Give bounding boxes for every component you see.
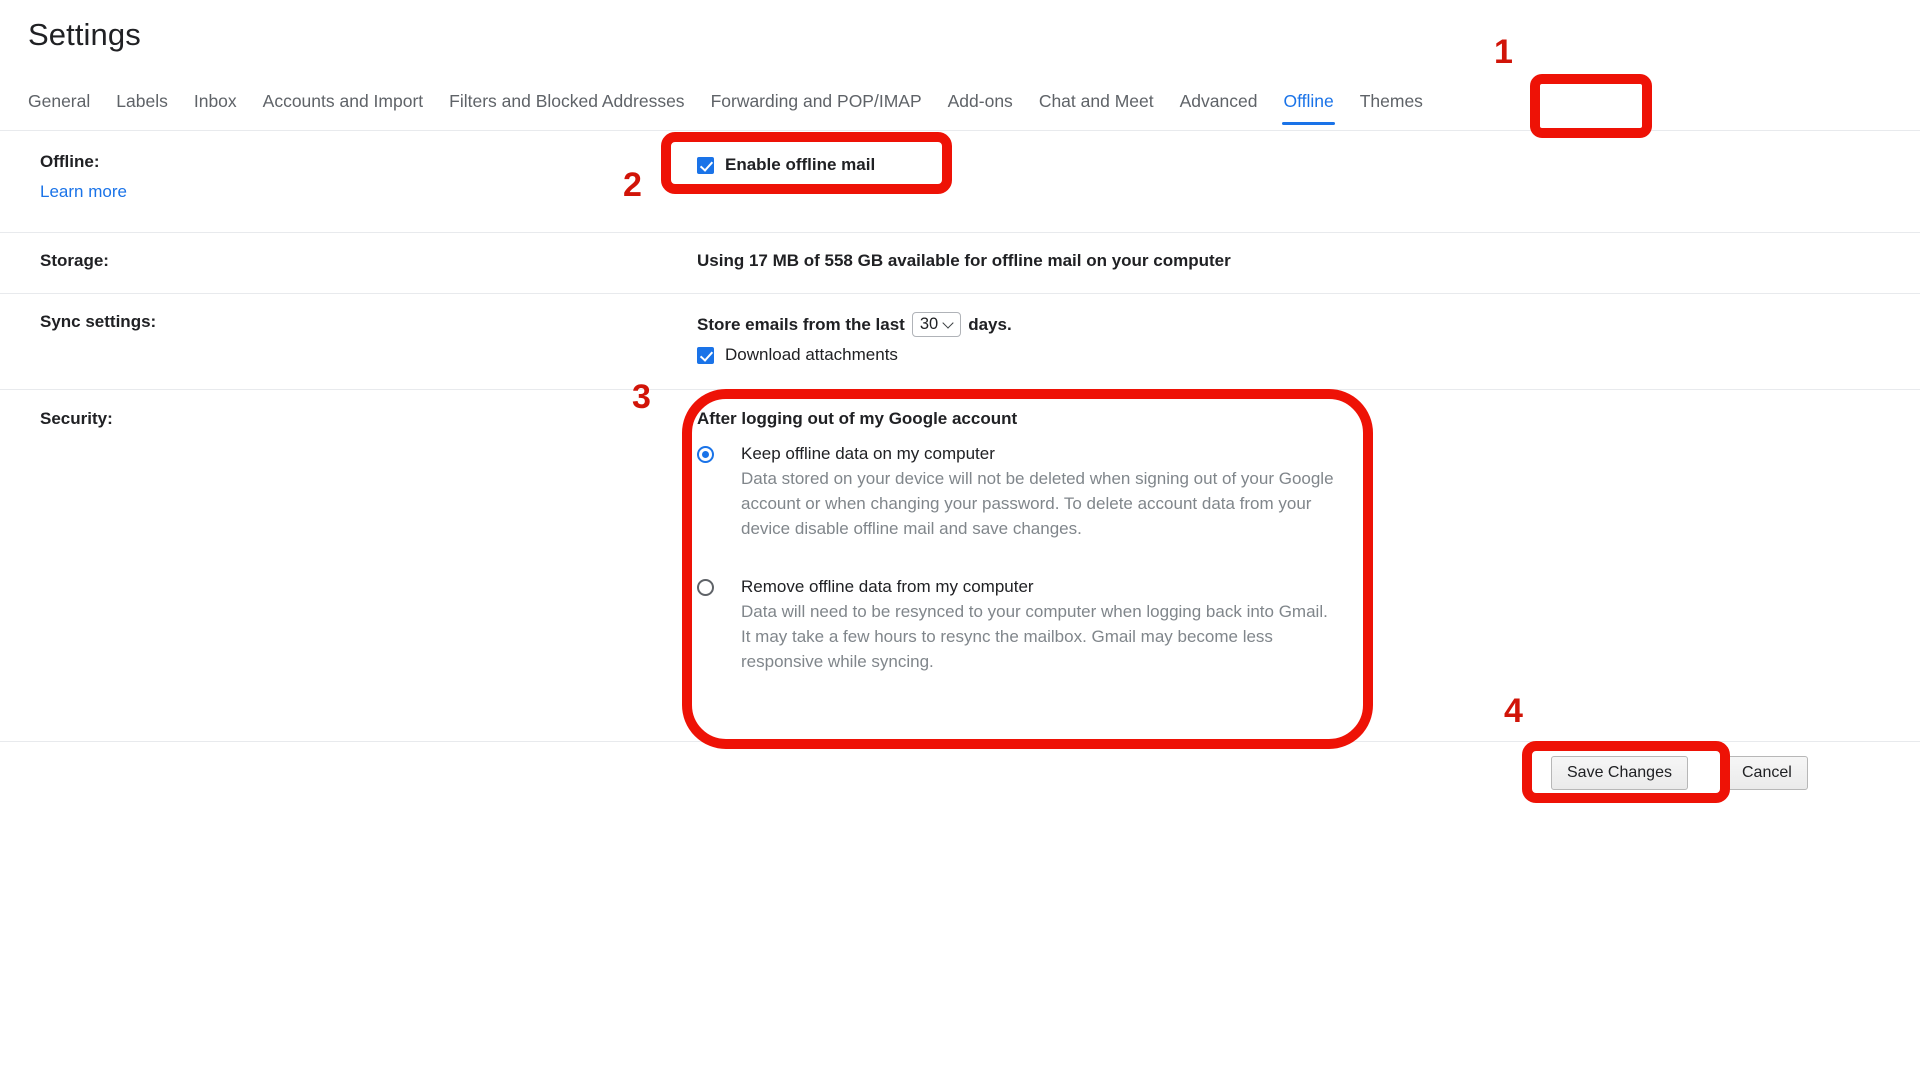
checkbox-checked-icon[interactable] bbox=[697, 346, 714, 364]
tab-label: Offline bbox=[1283, 91, 1334, 111]
settings-tab-bar: General Labels Inbox Accounts and Import… bbox=[28, 86, 1920, 130]
tab-offline[interactable]: Offline bbox=[1270, 86, 1346, 125]
offline-row-label: Offline: bbox=[40, 152, 100, 171]
tab-labels[interactable]: Labels bbox=[103, 86, 181, 116]
tab-accounts-and-import[interactable]: Accounts and Import bbox=[250, 86, 437, 116]
tab-label: Themes bbox=[1359, 91, 1423, 111]
tab-chat-and-meet[interactable]: Chat and Meet bbox=[1026, 86, 1167, 116]
tab-themes[interactable]: Themes bbox=[1347, 86, 1436, 116]
tab-advanced[interactable]: Advanced bbox=[1167, 86, 1271, 116]
tab-label: Labels bbox=[116, 91, 168, 111]
tab-general[interactable]: General bbox=[28, 86, 103, 116]
security-option-description: Data will need to be resynced to your co… bbox=[741, 602, 1328, 671]
tab-label: Chat and Meet bbox=[1038, 91, 1154, 111]
radio-unselected-icon[interactable] bbox=[697, 579, 714, 596]
checkbox-checked-icon[interactable] bbox=[697, 156, 714, 174]
sync-settings-row: Sync settings: Store emails from the las… bbox=[0, 293, 1920, 389]
security-option-remove-offline-data[interactable]: Remove offline data from my computer Dat… bbox=[697, 575, 1337, 674]
security-row: Security: After logging out of my Google… bbox=[0, 389, 1920, 741]
security-row-label: Security: bbox=[40, 409, 113, 428]
sync-suffix-text: days. bbox=[968, 314, 1012, 334]
enable-offline-mail-checkbox[interactable]: Enable offline mail bbox=[697, 155, 875, 175]
tab-label: Add-ons bbox=[947, 91, 1013, 111]
sync-days-value: 30 bbox=[919, 315, 939, 333]
sync-days-select[interactable]: 30 bbox=[911, 312, 962, 337]
security-option-title: Remove offline data from my computer bbox=[741, 577, 1034, 596]
active-tab-underline bbox=[1282, 122, 1335, 125]
save-changes-button[interactable]: Save Changes bbox=[1551, 756, 1688, 790]
sync-settings-row-label: Sync settings: bbox=[40, 312, 157, 331]
learn-more-link[interactable]: Learn more bbox=[40, 182, 127, 202]
storage-usage-text: Using 17 MB of 558 GB available for offl… bbox=[697, 251, 1231, 270]
tab-label: Advanced bbox=[1179, 91, 1258, 111]
tab-label: Filters and Blocked Addresses bbox=[449, 91, 685, 111]
settings-page: Settings General Labels Inbox Accounts a… bbox=[0, 0, 1920, 1075]
sync-days-line: Store emails from the last 30 days. bbox=[697, 312, 1012, 337]
tab-add-ons[interactable]: Add-ons bbox=[935, 86, 1026, 116]
storage-row: Storage: Using 17 MB of 558 GB available… bbox=[0, 232, 1920, 293]
tab-forwarding-and-pop-imap[interactable]: Forwarding and POP/IMAP bbox=[698, 86, 935, 116]
enable-offline-mail-label: Enable offline mail bbox=[725, 155, 876, 174]
tab-filters-and-blocked-addresses[interactable]: Filters and Blocked Addresses bbox=[436, 86, 697, 116]
security-option-keep-offline-data[interactable]: Keep offline data on my computer Data st… bbox=[697, 442, 1337, 541]
chevron-down-icon bbox=[944, 319, 954, 329]
tab-label: Forwarding and POP/IMAP bbox=[710, 91, 922, 111]
page-title: Settings bbox=[28, 17, 141, 52]
annotation-number-1: 1 bbox=[1494, 33, 1513, 71]
storage-row-label: Storage: bbox=[40, 251, 109, 270]
radio-selected-icon[interactable] bbox=[697, 446, 714, 463]
action-buttons-row: Save Changes Cancel bbox=[0, 741, 1920, 811]
tab-inbox[interactable]: Inbox bbox=[181, 86, 250, 116]
offline-row: Offline: Learn more Enable offline mail bbox=[0, 131, 1920, 211]
cancel-button[interactable]: Cancel bbox=[1726, 756, 1808, 790]
security-group-heading: After logging out of my Google account bbox=[697, 409, 1018, 428]
download-attachments-label: Download attachments bbox=[725, 345, 898, 364]
sync-prefix-text: Store emails from the last bbox=[697, 314, 905, 334]
download-attachments-checkbox[interactable]: Download attachments bbox=[697, 345, 898, 365]
tab-label: Accounts and Import bbox=[262, 91, 424, 111]
tab-label: General bbox=[28, 91, 91, 111]
security-option-description: Data stored on your device will not be d… bbox=[741, 469, 1334, 538]
security-option-title: Keep offline data on my computer bbox=[741, 444, 995, 463]
tab-label: Inbox bbox=[193, 91, 237, 111]
